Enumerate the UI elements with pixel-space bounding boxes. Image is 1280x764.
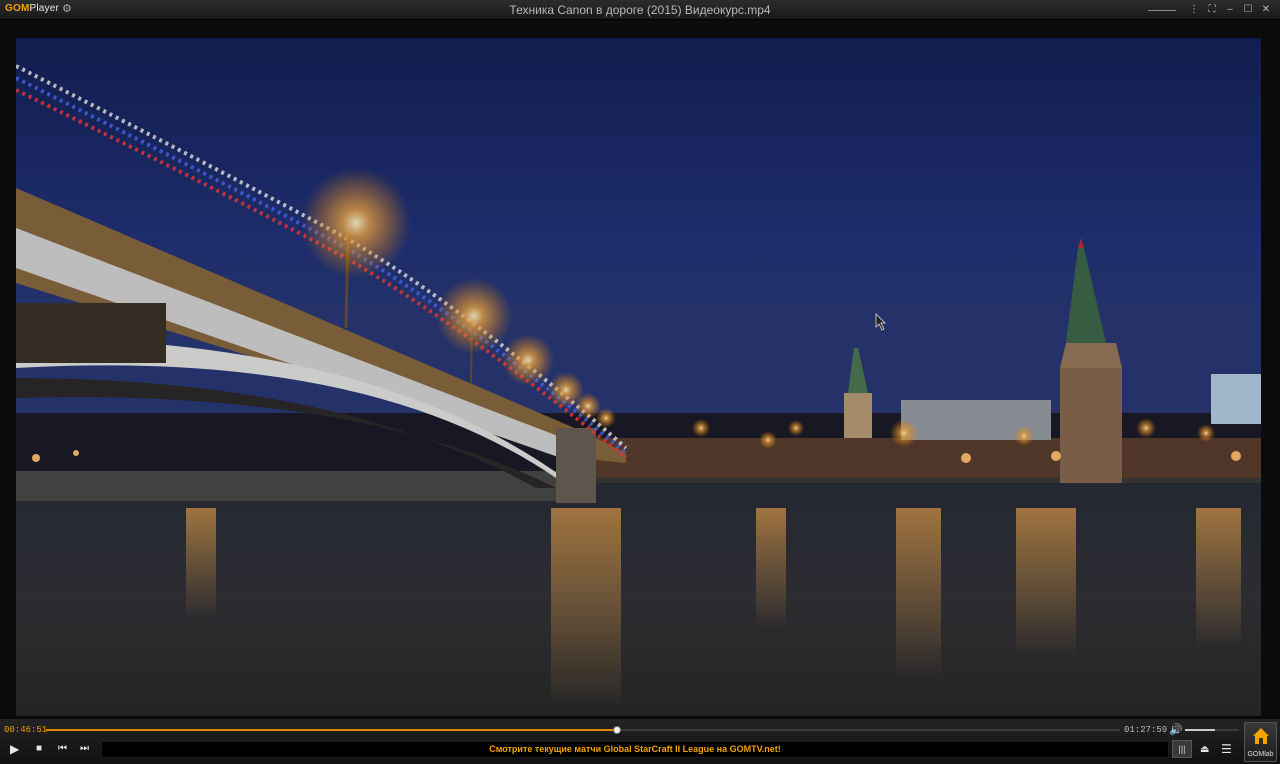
- speaker-icon[interactable]: 🔊: [1169, 723, 1183, 736]
- titlebar-divider: [1148, 9, 1176, 11]
- seek-handle[interactable]: [613, 726, 622, 734]
- window-title: Техника Canon в дороге (2015) Видеокурс.…: [509, 3, 771, 17]
- gomlab-button[interactable]: GOMlab: [1244, 722, 1277, 762]
- current-time: 00:46:51: [4, 725, 48, 735]
- control-bar: 00:46:51 01:27:59 🔊 ▶ ■ ⏮ ⏭ Смотрите тек…: [0, 719, 1280, 764]
- home-icon: [1253, 728, 1269, 744]
- stop-icon[interactable]: ■: [36, 743, 42, 755]
- volume-level: [1185, 729, 1215, 731]
- seek-bar[interactable]: [46, 726, 1120, 734]
- volume-slider[interactable]: [1185, 729, 1239, 731]
- play-icon[interactable]: ▶: [10, 743, 19, 755]
- previous-icon[interactable]: ⏮: [58, 743, 67, 755]
- playlist-icon[interactable]: ⋮: [1186, 2, 1202, 18]
- maximize-icon[interactable]: ☐: [1240, 2, 1256, 18]
- total-time: 01:27:59: [1124, 725, 1168, 735]
- title-bar[interactable]: GOMPlayer ⚙ Техника Canon в дороге (2015…: [0, 0, 1280, 20]
- open-file-eject-icon[interactable]: ⏏: [1200, 744, 1209, 756]
- ad-ticker[interactable]: Смотрите текущие матчи Global StarCraft …: [101, 741, 1169, 758]
- equalizer-icon[interactable]: |||: [1172, 740, 1192, 758]
- mouse-pointer-icon: [875, 313, 887, 331]
- next-icon[interactable]: ⏭: [80, 743, 89, 755]
- minimize-icon[interactable]: –: [1222, 2, 1238, 18]
- gomlab-label: GOMlab: [1247, 751, 1274, 758]
- video-frame-image: [16, 38, 1261, 716]
- seek-progress: [46, 729, 618, 731]
- close-icon[interactable]: ✕: [1258, 2, 1274, 18]
- menu-icon[interactable]: ☰: [1221, 743, 1232, 755]
- fullscreen-icon[interactable]: ⛶: [1204, 2, 1220, 18]
- video-surface[interactable]: [16, 38, 1261, 716]
- video-frame: [0, 20, 1280, 719]
